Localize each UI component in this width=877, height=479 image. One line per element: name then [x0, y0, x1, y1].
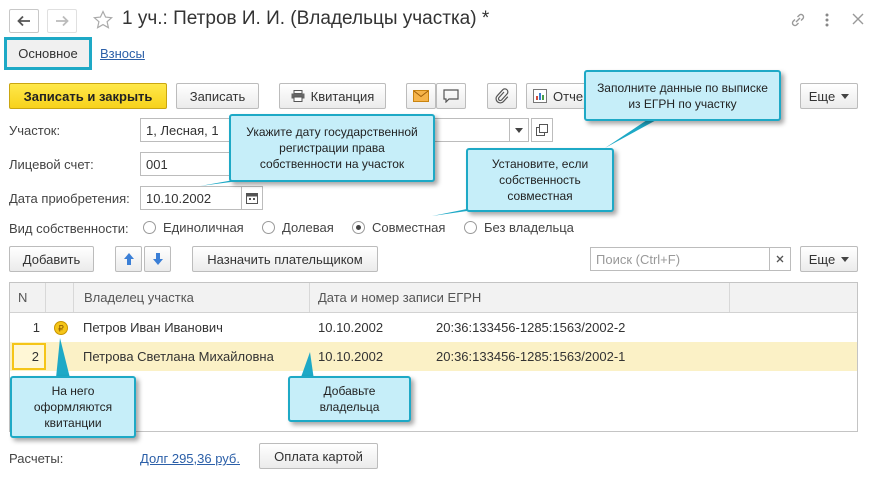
- ownership-option-joint[interactable]: Совместная: [352, 220, 445, 235]
- arrow-left-icon: [17, 15, 30, 27]
- paperclip-icon: [495, 88, 509, 104]
- column-header-egrn[interactable]: Дата и номер записи ЕГРН: [310, 283, 730, 312]
- radio-icon: [143, 221, 156, 234]
- list-more-button[interactable]: Еще: [800, 246, 858, 272]
- egrn-date: 10.10.2002: [318, 349, 384, 364]
- move-up-button[interactable]: [115, 246, 142, 272]
- envelope-icon: [413, 90, 429, 102]
- page-title: 1 уч.: Петров И. И. (Владельцы участка) …: [122, 8, 490, 29]
- row-number-cell: 2: [12, 343, 46, 370]
- attach-button[interactable]: [487, 83, 517, 109]
- table-header: N Владелец участка Дата и номер записи Е…: [10, 283, 857, 313]
- arrow-down-icon: [152, 253, 163, 265]
- egrn-date: 10.10.2002: [318, 320, 384, 335]
- tab-main-label: Основное: [18, 46, 78, 61]
- column-header-owner[interactable]: Владелец участка: [74, 283, 310, 312]
- speech-bubble-icon: [443, 89, 459, 103]
- date-field[interactable]: 10.10.2002: [140, 186, 242, 210]
- search-input[interactable]: Поиск (Ctrl+F): [590, 247, 770, 271]
- owner-name: Петрова Светлана Михайловна: [83, 349, 274, 364]
- ownership-option-label: Долевая: [282, 220, 334, 235]
- dropdown-arrow-icon: [841, 256, 850, 262]
- ownership-option-none[interactable]: Без владельца: [464, 220, 574, 235]
- tooltip-date: Укажите дату государственной регистрации…: [229, 114, 435, 182]
- svg-text:₽: ₽: [58, 325, 64, 335]
- debt-link[interactable]: Долг 295,36 руб.: [140, 451, 240, 466]
- save-close-button[interactable]: Записать и закрыть: [9, 83, 167, 109]
- close-icon[interactable]: [851, 12, 865, 26]
- printer-icon: [291, 90, 305, 102]
- open-form-icon: [536, 124, 548, 136]
- column-header-empty: [730, 283, 857, 312]
- radio-icon: [464, 221, 477, 234]
- table-row[interactable]: 2 Петрова Светлана Михайловна 10.10.2002…: [10, 342, 857, 371]
- receipt-button[interactable]: Квитанция: [279, 83, 386, 109]
- email-button[interactable]: [406, 83, 436, 109]
- ownership-option-shared[interactable]: Долевая: [262, 220, 334, 235]
- egrn-record: 20:36:133456-1285:1563/2002-1: [436, 349, 626, 364]
- calendar-button[interactable]: [241, 186, 263, 210]
- more-label: Еще: [808, 88, 836, 104]
- report-icon: [533, 89, 547, 103]
- dropdown-arrow-icon: [841, 93, 850, 99]
- add-button[interactable]: Добавить: [9, 246, 94, 272]
- owners-table: N Владелец участка Дата и номер записи Е…: [9, 282, 858, 432]
- ownership-label: Вид собственности:: [9, 221, 129, 236]
- receipt-label: Квитанция: [310, 88, 375, 104]
- tooltip-add-owner: Добавьте владельца: [288, 376, 411, 422]
- favorite-star-icon[interactable]: [92, 9, 114, 31]
- search-clear-button[interactable]: [769, 247, 791, 271]
- forward-button[interactable]: [47, 9, 77, 33]
- egrn-record: 20:36:133456-1285:1563/2002-2: [436, 320, 626, 335]
- calendar-icon: [246, 193, 258, 204]
- column-header-payer[interactable]: [46, 283, 74, 312]
- more-button[interactable]: Еще: [800, 83, 858, 109]
- payer-coin-icon: ₽: [54, 313, 70, 342]
- tooltip-joint: Установите, если собственность совместна…: [466, 148, 614, 212]
- column-header-n[interactable]: N: [10, 283, 46, 312]
- more-label: Еще: [808, 251, 836, 267]
- plot-open-button[interactable]: [531, 118, 553, 142]
- row-number: 2: [31, 349, 39, 364]
- arrow-up-icon: [123, 253, 134, 265]
- account-label: Лицевой счет:: [9, 157, 94, 172]
- date-label: Дата приобретения:: [9, 191, 130, 206]
- tooltip-egrn: Заполните данные по выписке из ЕГРН по у…: [584, 70, 781, 121]
- plot-dropdown-button[interactable]: [509, 118, 529, 142]
- comment-button[interactable]: [436, 83, 466, 109]
- ownership-option-label: Совместная: [372, 220, 446, 235]
- ownership-option-sole[interactable]: Единоличная: [143, 220, 244, 235]
- close-icon: [776, 255, 784, 263]
- table-row[interactable]: 1 ₽ Петров Иван Иванович 10.10.2002 20:3…: [10, 313, 857, 342]
- tab-main[interactable]: Основное: [4, 37, 92, 70]
- owner-name: Петров Иван Иванович: [83, 320, 223, 335]
- report-label: Отче: [553, 88, 584, 104]
- tab-fees[interactable]: Взносы: [100, 46, 145, 61]
- back-button[interactable]: [9, 9, 39, 33]
- assign-payer-button[interactable]: Назначить плательщиком: [192, 246, 378, 272]
- row-number: 1: [32, 320, 40, 335]
- link-icon[interactable]: [788, 11, 808, 29]
- report-button[interactable]: Отче: [526, 83, 588, 109]
- dropdown-arrow-icon: [515, 127, 523, 133]
- radio-selected-icon: [352, 221, 365, 234]
- save-button[interactable]: Записать: [176, 83, 259, 109]
- radio-icon: [262, 221, 275, 234]
- more-vertical-icon[interactable]: [822, 11, 832, 29]
- ownership-option-label: Единоличная: [163, 220, 244, 235]
- arrow-right-icon: [56, 15, 69, 27]
- plot-label: Участок:: [9, 123, 61, 138]
- tooltip-payer: На него оформляются квитанции: [10, 376, 136, 438]
- ownership-option-label: Без владельца: [484, 220, 574, 235]
- pay-card-button[interactable]: Оплата картой: [259, 443, 378, 469]
- calc-label: Расчеты:: [9, 451, 64, 466]
- move-down-button[interactable]: [144, 246, 171, 272]
